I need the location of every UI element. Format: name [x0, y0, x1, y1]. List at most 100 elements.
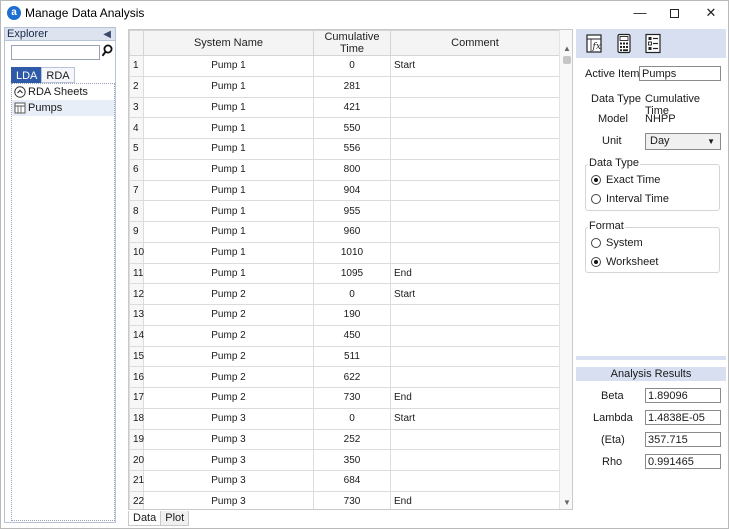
- row-number-cell[interactable]: 16: [129, 366, 144, 388]
- comment-cell[interactable]: [390, 345, 560, 368]
- table-row[interactable]: 3 Pump 1 421: [129, 96, 560, 119]
- cumulative-time-cell[interactable]: 556: [313, 138, 391, 160]
- row-number-cell[interactable]: 18: [129, 407, 144, 430]
- radio-worksheet-button[interactable]: [591, 257, 601, 267]
- table-row[interactable]: 15 Pump 2 511: [129, 345, 560, 368]
- row-number-cell[interactable]: 7: [129, 179, 144, 202]
- system-name-cell[interactable]: Pump 2: [143, 283, 314, 305]
- tree-item-pumps[interactable]: Pumps: [12, 100, 114, 116]
- comment-cell[interactable]: End: [390, 490, 560, 509]
- row-number-cell[interactable]: 3: [129, 96, 144, 119]
- comment-cell[interactable]: Start: [390, 283, 560, 305]
- cumulative-time-cell[interactable]: 450: [313, 324, 391, 347]
- radio-worksheet[interactable]: Worksheet: [591, 255, 658, 269]
- system-name-cell[interactable]: Pump 2: [143, 324, 314, 347]
- system-name-cell[interactable]: Pump 1: [143, 241, 314, 264]
- comment-cell[interactable]: [390, 470, 560, 492]
- table-row[interactable]: 21 Pump 3 684: [129, 470, 560, 492]
- system-name-cell[interactable]: Pump 1: [143, 75, 314, 98]
- comment-cell[interactable]: [390, 179, 560, 202]
- cumulative-time-cell[interactable]: 684: [313, 470, 391, 492]
- maximize-button[interactable]: [657, 1, 691, 25]
- table-row[interactable]: 9 Pump 1 960: [129, 221, 560, 243]
- cumulative-time-cell[interactable]: 1095: [313, 262, 391, 285]
- row-number-cell[interactable]: 12: [129, 283, 144, 305]
- cumulative-time-cell[interactable]: 960: [313, 221, 391, 243]
- system-name-cell[interactable]: Pump 2: [143, 387, 314, 409]
- row-number-cell[interactable]: 8: [129, 200, 144, 222]
- system-name-cell[interactable]: Pump 2: [143, 345, 314, 368]
- minimize-button[interactable]: —: [623, 1, 657, 25]
- table-row[interactable]: 5 Pump 1 556: [129, 138, 560, 160]
- table-row[interactable]: 11 Pump 1 1095 End: [129, 262, 560, 285]
- cumulative-time-cell[interactable]: 421: [313, 96, 391, 119]
- grid-corner[interactable]: [129, 30, 144, 56]
- table-row[interactable]: 1 Pump 1 0 Start: [129, 55, 560, 77]
- row-number-cell[interactable]: 22: [129, 490, 144, 509]
- table-row[interactable]: 4 Pump 1 550: [129, 117, 560, 139]
- tab-lda[interactable]: LDA: [11, 67, 43, 83]
- system-name-cell[interactable]: Pump 1: [143, 138, 314, 160]
- table-row[interactable]: 16 Pump 2 622: [129, 366, 560, 388]
- column-header-system-name[interactable]: System Name: [143, 30, 314, 56]
- system-name-cell[interactable]: Pump 3: [143, 407, 314, 430]
- system-name-cell[interactable]: Pump 1: [143, 262, 314, 285]
- row-number-cell[interactable]: 21: [129, 470, 144, 492]
- row-number-cell[interactable]: 9: [129, 221, 144, 243]
- row-number-cell[interactable]: 11: [129, 262, 144, 285]
- system-name-cell[interactable]: Pump 3: [143, 428, 314, 451]
- collapse-explorer-icon[interactable]: ◀: [103, 28, 111, 41]
- table-row[interactable]: 8 Pump 1 955: [129, 200, 560, 222]
- comment-cell[interactable]: Start: [390, 407, 560, 430]
- table-row[interactable]: 13 Pump 2 190: [129, 304, 560, 326]
- cumulative-time-cell[interactable]: 904: [313, 179, 391, 202]
- cumulative-time-cell[interactable]: 955: [313, 200, 391, 222]
- comment-cell[interactable]: [390, 200, 560, 222]
- table-row[interactable]: 14 Pump 2 450: [129, 324, 560, 347]
- explorer-search-input[interactable]: [11, 45, 100, 60]
- comment-cell[interactable]: [390, 221, 560, 243]
- comment-cell[interactable]: [390, 96, 560, 119]
- vertical-scrollbar[interactable]: ▲ ▼: [559, 30, 572, 509]
- system-name-cell[interactable]: Pump 1: [143, 117, 314, 139]
- expand-circle-icon[interactable]: [14, 86, 26, 98]
- scroll-down-icon[interactable]: ▼: [563, 498, 571, 507]
- comment-cell[interactable]: [390, 158, 560, 181]
- tab-rda[interactable]: RDA: [41, 67, 75, 83]
- system-name-cell[interactable]: Pump 1: [143, 221, 314, 243]
- radio-interval-time[interactable]: Interval Time: [591, 192, 669, 206]
- row-number-cell[interactable]: 5: [129, 138, 144, 160]
- cumulative-time-cell[interactable]: 252: [313, 428, 391, 451]
- cumulative-time-cell[interactable]: 511: [313, 345, 391, 368]
- cumulative-time-cell[interactable]: 800: [313, 158, 391, 181]
- system-name-cell[interactable]: Pump 2: [143, 304, 314, 326]
- cumulative-time-cell[interactable]: 0: [313, 407, 391, 430]
- function-sheet-icon[interactable]: fx: [585, 33, 605, 54]
- tab-plot[interactable]: Plot: [160, 511, 190, 526]
- comment-cell[interactable]: [390, 117, 560, 139]
- cumulative-time-cell[interactable]: 550: [313, 117, 391, 139]
- table-row[interactable]: 7 Pump 1 904: [129, 179, 560, 202]
- comment-cell[interactable]: End: [390, 262, 560, 285]
- column-header-cumulative-time[interactable]: Cumulative Time: [313, 30, 391, 56]
- column-header-comment[interactable]: Comment: [390, 30, 560, 56]
- comment-cell[interactable]: End: [390, 387, 560, 409]
- system-name-cell[interactable]: Pump 2: [143, 366, 314, 388]
- radio-interval-time-button[interactable]: [591, 194, 601, 204]
- row-number-cell[interactable]: 10: [129, 241, 144, 264]
- cumulative-time-cell[interactable]: 730: [313, 387, 391, 409]
- comment-cell[interactable]: [390, 241, 560, 264]
- row-number-cell[interactable]: 14: [129, 324, 144, 347]
- cumulative-time-cell[interactable]: 281: [313, 75, 391, 98]
- cumulative-time-cell[interactable]: 0: [313, 283, 391, 305]
- table-row[interactable]: 6 Pump 1 800: [129, 158, 560, 181]
- system-name-cell[interactable]: Pump 1: [143, 200, 314, 222]
- system-name-cell[interactable]: Pump 1: [143, 179, 314, 202]
- comment-cell[interactable]: [390, 428, 560, 451]
- cumulative-time-cell[interactable]: 1010: [313, 241, 391, 264]
- row-number-cell[interactable]: 19: [129, 428, 144, 451]
- row-number-cell[interactable]: 17: [129, 387, 144, 409]
- system-name-cell[interactable]: Pump 1: [143, 55, 314, 77]
- comment-cell[interactable]: [390, 449, 560, 471]
- unit-select[interactable]: Day ▼: [645, 133, 721, 150]
